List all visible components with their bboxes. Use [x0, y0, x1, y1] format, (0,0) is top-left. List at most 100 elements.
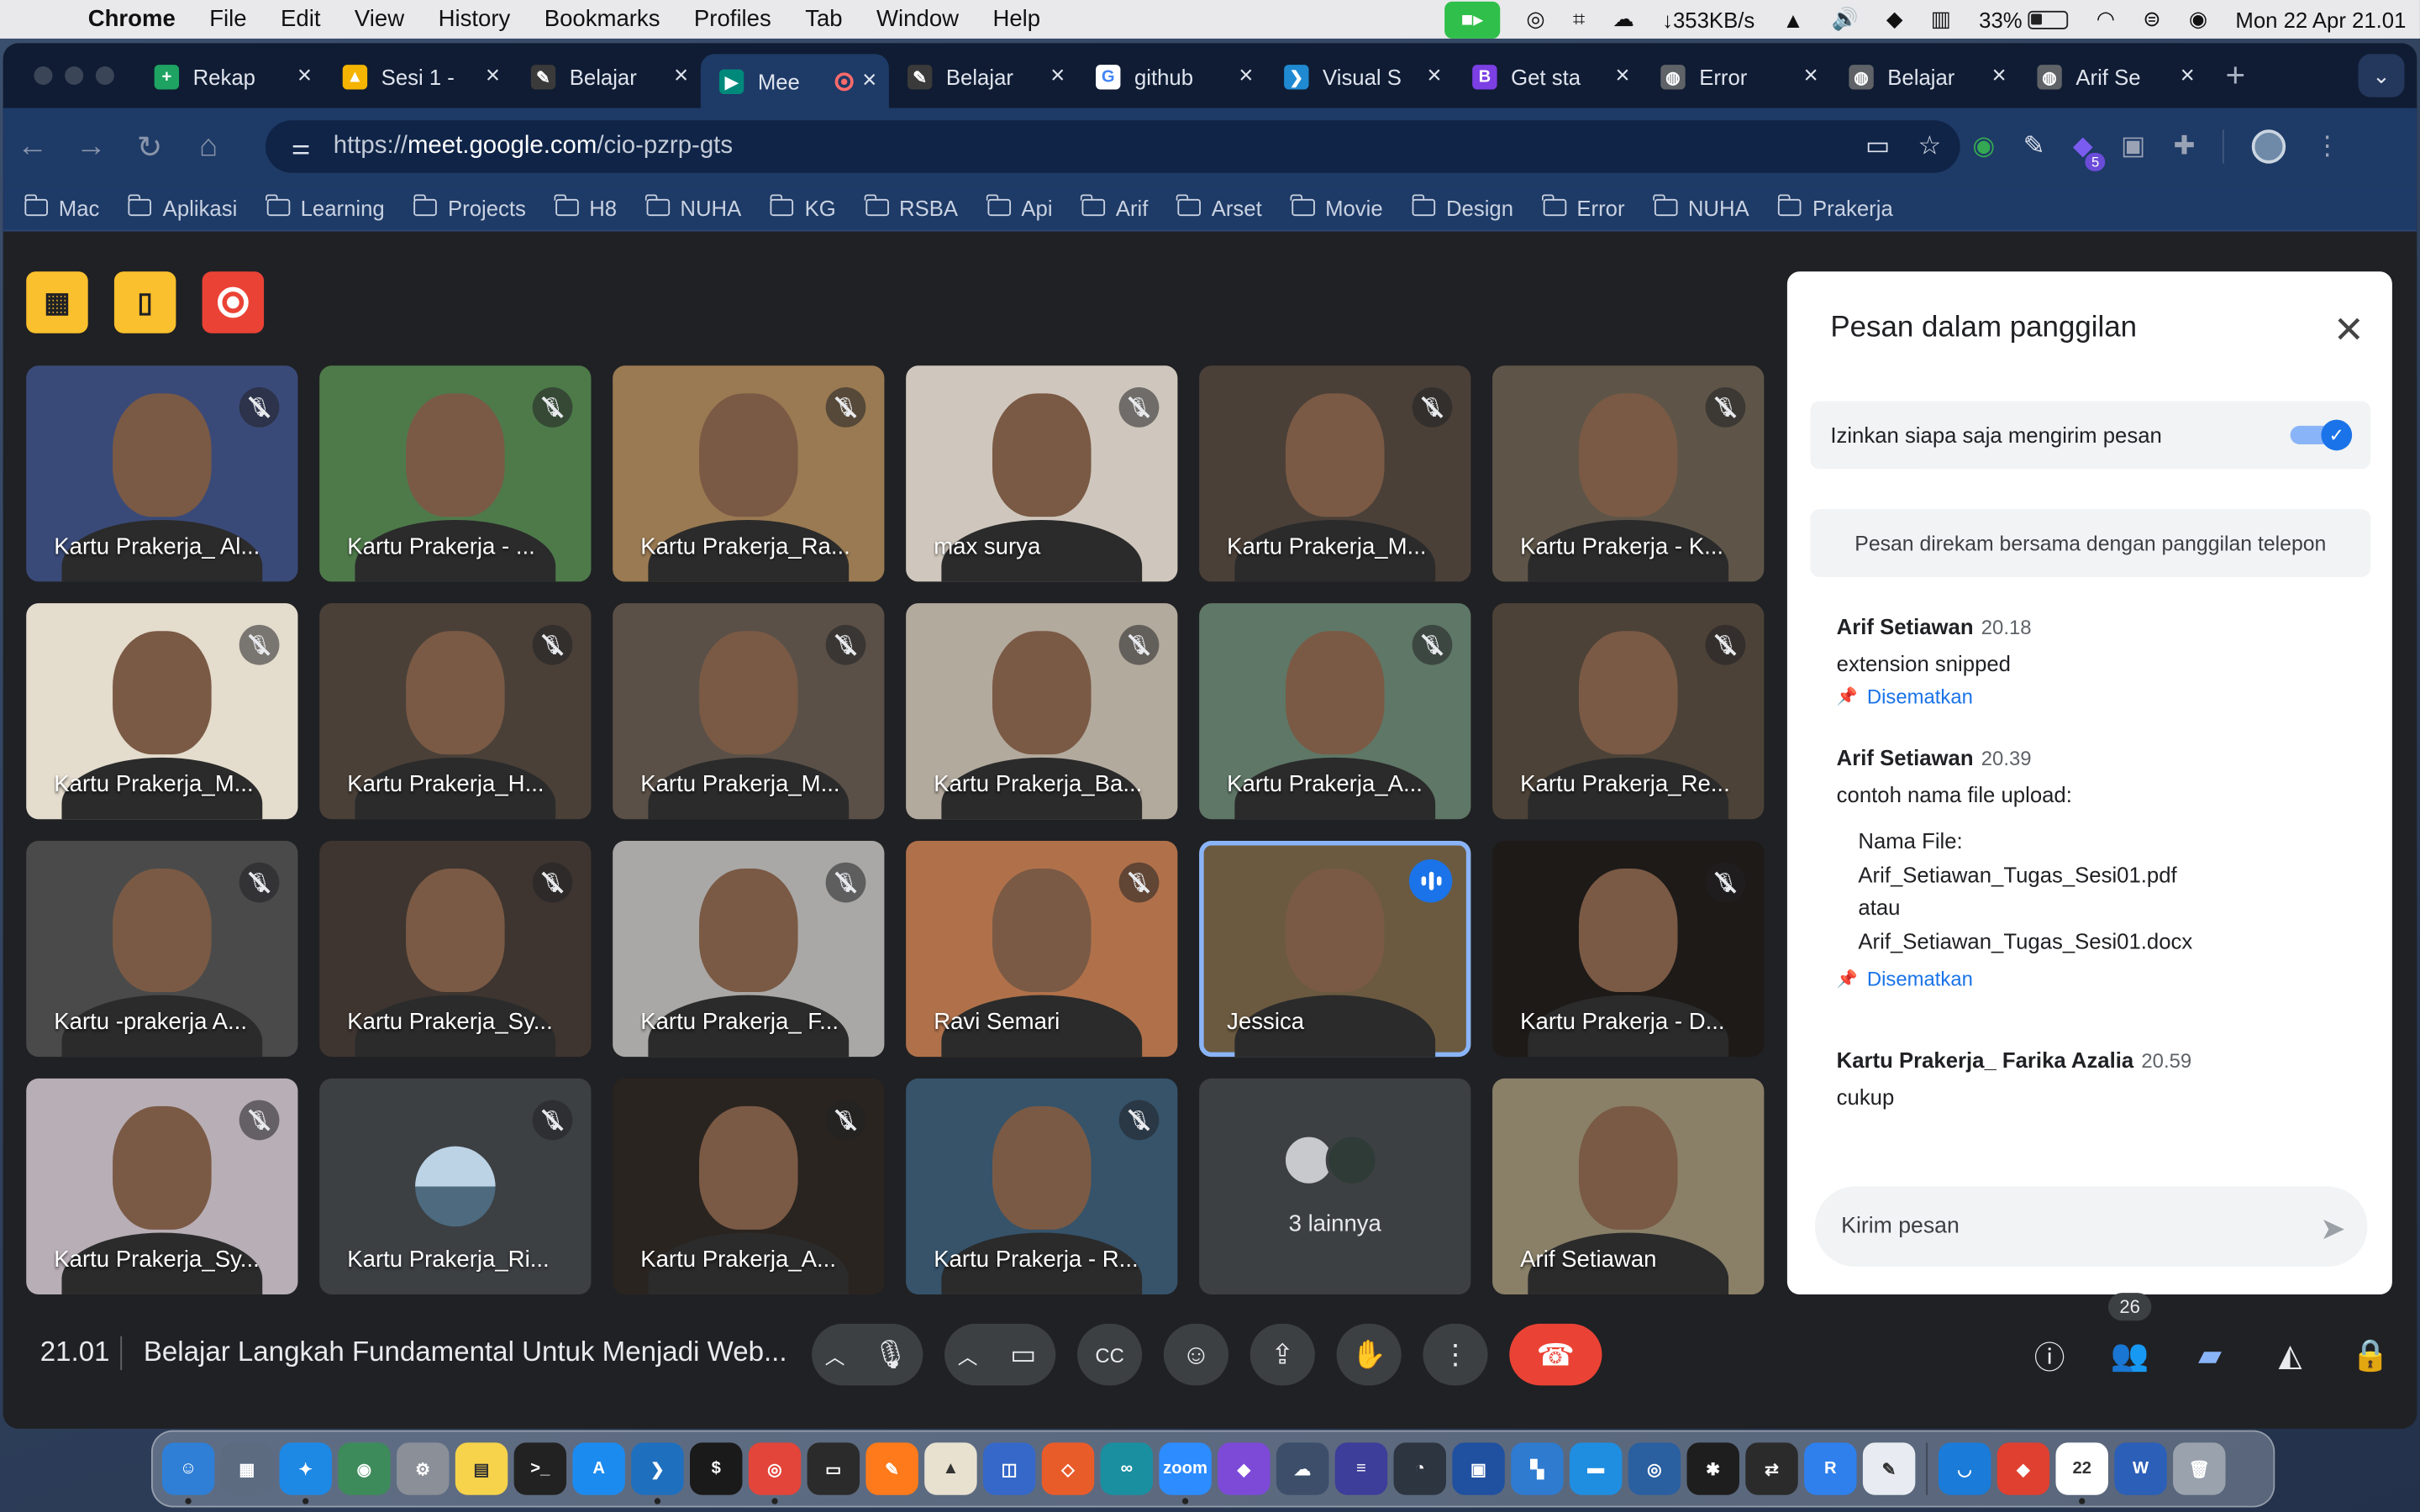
profile-avatar[interactable] [2252, 129, 2287, 164]
dock-app-icon[interactable]: 🗑 [2173, 1442, 2226, 1495]
memory-icon[interactable]: ▥ [1917, 6, 1965, 32]
close-window-button[interactable] [34, 66, 53, 86]
puzzle-extensions-icon[interactable]: ✚ [2174, 131, 2196, 162]
emoji-icon[interactable]: ☺ [1163, 1323, 1229, 1386]
dock-app-icon[interactable]: ⇄ [1745, 1442, 1798, 1495]
dock-app-icon[interactable]: $ [690, 1442, 743, 1495]
participant-tile[interactable]: Kartu Prakerja_M... 🎙 [613, 603, 885, 820]
dock-app-icon[interactable]: ◡ [1938, 1442, 1991, 1495]
bookmark-folder[interactable]: NUHA [645, 194, 741, 220]
participant-tile[interactable]: Kartu Prakerja_Ra... 🎙 [613, 365, 885, 582]
participant-tile[interactable]: Arif Setiawan [1492, 1078, 1765, 1294]
bookmark-folder[interactable]: Learning [266, 194, 385, 220]
forward-button[interactable]: → [61, 129, 120, 164]
participant-tile[interactable]: Kartu Prakerja - R... 🎙 [906, 1078, 1178, 1294]
dock-app-icon[interactable]: ▲ [924, 1442, 977, 1495]
browser-tab[interactable]: ◍ Belajar × [1830, 51, 2018, 103]
allow-messages-toggle[interactable]: ✓ [2290, 419, 2353, 451]
dock-app-icon[interactable]: ◎ [748, 1442, 802, 1504]
participant-tile[interactable]: Kartu Prakerja_A... 🎙 [1199, 603, 1471, 820]
menu-history[interactable]: History [421, 6, 527, 32]
raise-hand-icon[interactable]: ✋ [1336, 1323, 1402, 1386]
cat-icon[interactable]: ◆ [1872, 6, 1917, 32]
camera-icon[interactable]: ▭ [991, 1324, 1055, 1385]
browser-tab[interactable]: ▲ Sesi 1 - × [324, 51, 513, 103]
bookmark-folder[interactable]: Arif [1081, 194, 1148, 220]
dock-app-icon[interactable]: ◔ [1393, 1442, 1446, 1495]
participant-tile[interactable]: Kartu Prakerja_H... 🎙 [319, 603, 592, 820]
tab-close-icon[interactable]: × [486, 63, 500, 91]
participant-tile[interactable]: Kartu Prakerja_Sy... 🎙 [26, 1078, 298, 1294]
browser-tab[interactable]: ✎ Belajar × [889, 51, 1077, 103]
browser-tab[interactable]: + Rekap × [136, 51, 324, 103]
participant-tile[interactable]: Kartu Prakerja - K... 🎙 [1492, 365, 1765, 582]
back-button[interactable]: ← [3, 129, 62, 164]
menu-profiles[interactable]: Profiles [677, 6, 788, 32]
mountain-icon[interactable]: ▲ [1769, 7, 1818, 31]
bookmark-folder[interactable]: Arset [1176, 194, 1262, 220]
activities-icon[interactable]: ◭ [2260, 1324, 2321, 1385]
pinned-label[interactable]: 📌 Disematkan [1837, 685, 2032, 708]
airdrop-icon[interactable]: ◎ [1512, 6, 1560, 32]
participant-tile[interactable]: Kartu Prakerja - ... 🎙 [319, 365, 592, 582]
tab-close-icon[interactable]: × [862, 68, 876, 96]
bookmark-folder[interactable]: Design [1411, 194, 1513, 220]
facetime-icon[interactable]: ■▸ [1444, 0, 1501, 38]
reload-button[interactable]: ↻ [120, 128, 179, 166]
menu-window[interactable]: Window [860, 6, 976, 32]
host-controls-indicator[interactable]: ▯ [113, 271, 176, 333]
participant-tile[interactable]: Kartu Prakerja_Ri... 🎙 [319, 1078, 592, 1294]
participant-tile[interactable]: Kartu Prakerja - D... 🎙 [1492, 841, 1765, 1058]
battery-status[interactable]: 33% [1965, 7, 2083, 32]
eyedropper-extension-icon[interactable]: ✎ [2023, 131, 2045, 162]
dock-app-icon[interactable]: ✎ [1862, 1442, 1916, 1495]
present-screen-icon[interactable]: ⇪ [1249, 1323, 1315, 1386]
dock-app-icon[interactable]: ☁ [1276, 1442, 1329, 1495]
dock-app-icon[interactable]: A [572, 1442, 625, 1495]
menu-tab[interactable]: Tab [788, 6, 860, 32]
chrome-menu-icon[interactable]: ⋮ [2314, 131, 2340, 162]
video-options-chevron-icon[interactable]: ︿ [944, 1340, 991, 1369]
dock-app-icon[interactable]: ✱ [1686, 1442, 1739, 1495]
participant-tile[interactable]: Ravi Semari 🎙 [906, 841, 1178, 1058]
tab-close-icon[interactable]: × [2181, 63, 2195, 91]
chat-icon[interactable]: ▰ [2179, 1324, 2240, 1385]
dock-app-icon[interactable]: ▬ [1569, 1442, 1623, 1495]
close-icon[interactable]: ✕ [2333, 308, 2365, 353]
participant-tile[interactable]: max surya 🎙 [906, 365, 1178, 582]
dock-app-icon[interactable]: ▣ [1452, 1442, 1505, 1495]
browser-tab[interactable]: Ggithub × [1077, 51, 1265, 103]
minimize-window-button[interactable] [65, 66, 84, 86]
host-controls-icon[interactable]: 🔒 [2339, 1324, 2401, 1385]
menu-edit[interactable]: Edit [264, 6, 338, 32]
bookmark-folder[interactable]: Api [986, 194, 1053, 220]
tab-close-icon[interactable]: × [1050, 63, 1065, 91]
menu-help[interactable]: Help [976, 6, 1057, 32]
bookmark-folder[interactable]: Mac [24, 194, 99, 220]
menubar-clock[interactable]: Mon 22 Apr 21.01 [2222, 7, 2420, 31]
menu-file[interactable]: File [192, 6, 264, 32]
menu-bookmarks[interactable]: Bookmarks [527, 6, 676, 32]
participant-tile[interactable]: Kartu Prakerja_A... 🎙 [613, 1078, 885, 1294]
tab-close-icon[interactable]: × [1427, 63, 1441, 91]
tab-close-icon[interactable]: × [1615, 63, 1629, 91]
meeting-title[interactable]: Belajar Langkah Fundamental Untuk Menjad… [144, 1336, 787, 1369]
badge-extension-icon[interactable]: ◆ 5 [2073, 131, 2106, 171]
bookmark-folder[interactable]: Prakerja [1777, 194, 1893, 220]
browser-tab[interactable]: ✎ Belajar × [513, 51, 701, 103]
dock-app-icon[interactable]: ☺ [161, 1442, 215, 1504]
tab-close-icon[interactable]: × [1239, 63, 1253, 91]
control-center-icon[interactable]: ⊜ [2129, 6, 2175, 32]
audio-options-chevron-icon[interactable]: ︿ [812, 1340, 858, 1369]
tab-close-icon[interactable]: × [297, 63, 312, 91]
dock-app-icon[interactable]: ▤ [455, 1442, 508, 1495]
dock-app-icon[interactable]: ✦ [279, 1442, 332, 1504]
dock-app-icon[interactable]: zoom [1159, 1442, 1212, 1504]
dock-app-icon[interactable]: ▚ [1511, 1442, 1564, 1495]
zoom-window-button[interactable] [95, 66, 114, 86]
end-call-button[interactable]: ☎ [1509, 1323, 1602, 1386]
cloud-icon[interactable]: ☁ [1599, 6, 1649, 32]
tab-search-button[interactable]: ⌄ [2358, 54, 2405, 97]
network-speed[interactable]: ↓353KB/s [1649, 7, 1769, 31]
bookmark-folder[interactable]: Projects [413, 194, 526, 220]
